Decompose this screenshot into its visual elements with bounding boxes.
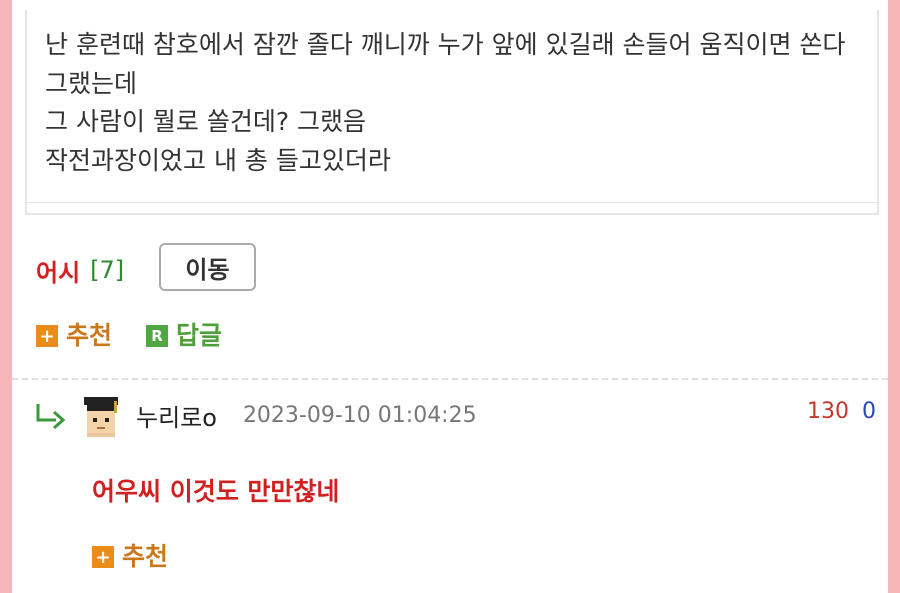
graduate-avatar-icon[interactable] (76, 391, 126, 439)
post-content-box: 난 훈련때 참호에서 잠깐 졸다 깨니까 누가 앞에 있길래 손들어 움직이면 … (25, 10, 879, 215)
move-button[interactable]: 이동 (159, 243, 256, 291)
comment-count: [7] (90, 256, 125, 284)
reply-label: 답글 (176, 321, 223, 350)
reply-recommend-button[interactable]: + 추천 (92, 537, 168, 573)
upvote-count[interactable]: 130 (807, 399, 849, 424)
comment-divider (12, 378, 888, 380)
plus-icon: + (92, 546, 114, 568)
comment-page: 난 훈련때 참호에서 잠깐 졸다 깨니까 누가 앞에 있길래 손들어 움직이면 … (12, 0, 888, 593)
comment-header: 어시 [7] (36, 250, 124, 290)
post-box-divider (27, 202, 877, 203)
reply-actions: + 추천 (92, 537, 202, 573)
reply-button[interactable]: R 답글 (146, 316, 222, 352)
reply-recommend-label: 추천 (122, 542, 169, 571)
recommend-button[interactable]: + 추천 (36, 316, 112, 352)
recommend-label: 추천 (66, 321, 113, 350)
reply-header: 누리로o 2023-09-10 01:04:25 130 0 (34, 393, 876, 437)
plus-icon: + (36, 325, 58, 347)
comment-author[interactable]: 어시 (36, 253, 80, 288)
reply-arrow-icon (36, 404, 66, 430)
reply-nickname[interactable]: 누리로o (136, 398, 217, 433)
comment-actions: + 추천 R 답글 (36, 316, 256, 352)
post-body-text: 난 훈련때 참호에서 잠깐 졸다 깨니까 누가 앞에 있길래 손들어 움직이면 … (45, 30, 846, 175)
reply-body-text: 어우씨 이것도 만만찮네 (92, 477, 340, 506)
reply-datetime: 2023-09-10 01:04:25 (242, 402, 477, 428)
vote-counts: 130 0 (807, 399, 876, 424)
reply-r-icon: R (146, 325, 169, 347)
downvote-count[interactable]: 0 (862, 399, 876, 424)
